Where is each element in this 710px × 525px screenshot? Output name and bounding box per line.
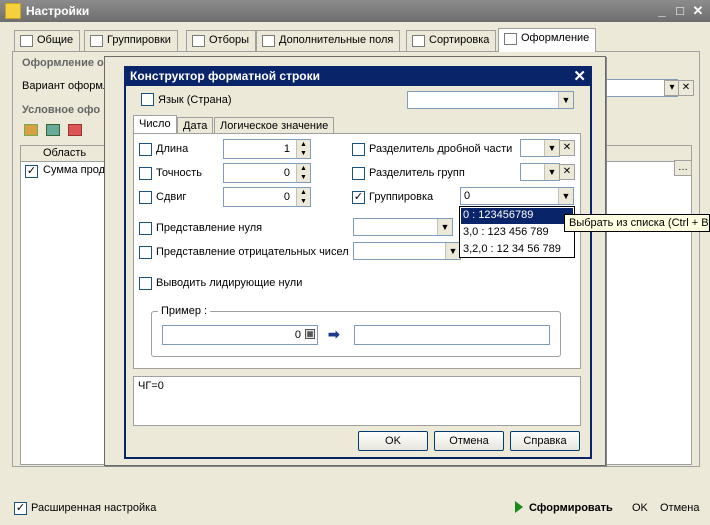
chevron-down-icon[interactable]: ▼: [445, 243, 460, 259]
general-icon: [20, 35, 33, 47]
tab-additional-fields[interactable]: Дополнительные поля: [256, 30, 401, 51]
copy-rule-icon[interactable]: [46, 124, 60, 136]
example-input[interactable]: 0: [162, 325, 318, 345]
arrow-right-icon: ➡: [328, 326, 340, 342]
chevron-down-icon[interactable]: ▼: [558, 92, 573, 108]
chevron-down-icon[interactable]: ▼: [437, 219, 452, 235]
shift-checkbox[interactable]: [139, 191, 152, 204]
fields-icon: [262, 35, 275, 47]
negative-repr-checkbox[interactable]: [139, 246, 152, 259]
tab-sorting[interactable]: Сортировка: [406, 30, 497, 51]
negative-repr-select[interactable]: ▼: [353, 242, 461, 260]
window-titlebar: Настройки _ □ ✕: [0, 0, 710, 22]
delete-rule-icon[interactable]: [68, 124, 82, 136]
maximize-button[interactable]: □: [672, 3, 688, 19]
generate-button[interactable]: Сформировать: [529, 502, 613, 514]
length-spinner[interactable]: 1 ▲ ▼: [223, 139, 311, 159]
language-label: Язык (Страна): [158, 94, 232, 106]
grouping-dropdown-list: 0 : 123456789 3,0 : 123 456 789 3,2,0 : …: [459, 206, 575, 258]
dialog-close-icon[interactable]: ✕: [573, 67, 586, 85]
precision-label: Точность: [156, 167, 202, 179]
group-separator-checkbox[interactable]: [352, 167, 365, 180]
grid-row-more-button[interactable]: …: [674, 160, 692, 176]
spin-arrows-icon[interactable]: ▲ ▼: [296, 188, 310, 206]
bottom-bar: ✓ Расширенная настройка Сформировать OK …: [0, 497, 710, 525]
example-label: Пример :: [158, 305, 211, 317]
grouping-option[interactable]: 0 : 123456789: [461, 208, 573, 224]
decimal-separator-clear-icon[interactable]: ✕: [559, 140, 575, 156]
tooltip: Выбрать из списка (Ctrl + Вн: [564, 214, 710, 232]
app-icon: [5, 3, 21, 19]
tab-appearance[interactable]: Оформление: [498, 28, 597, 52]
zero-repr-select[interactable]: ▼: [353, 218, 453, 236]
variant-clear-icon[interactable]: ✕: [678, 80, 694, 96]
grid-row-checkbox[interactable]: ✓: [25, 165, 38, 178]
leading-zeros-label: Выводить лидирующие нули: [156, 277, 303, 289]
sort-icon: [412, 35, 425, 47]
leading-zeros-checkbox[interactable]: [139, 277, 152, 290]
grid-row-area[interactable]: Сумма прод: [43, 164, 105, 176]
window-title: Настройки: [26, 4, 90, 18]
language-checkbox[interactable]: [141, 93, 154, 106]
grouping-icon: [90, 35, 103, 47]
play-icon: [515, 501, 523, 513]
add-rule-icon[interactable]: [24, 124, 38, 136]
tab-filters[interactable]: Отборы: [186, 30, 257, 51]
zero-repr-checkbox[interactable]: [139, 222, 152, 235]
main-cancel-button[interactable]: Отмена: [660, 502, 699, 514]
negative-repr-label: Представление отрицательных чисел: [156, 246, 349, 258]
group-separator-label: Разделитель групп: [369, 167, 465, 179]
tab-general[interactable]: Общие: [14, 30, 81, 51]
grouping-label: Группировка: [369, 191, 434, 203]
extended-settings-label: Расширенная настройка: [31, 502, 157, 514]
shift-label: Сдвиг: [156, 191, 187, 203]
calculator-icon[interactable]: ▦: [305, 329, 315, 339]
decimal-separator-select[interactable]: ▼: [520, 139, 560, 157]
minimize-button[interactable]: _: [654, 3, 670, 19]
section-header: Оформление о: [22, 57, 104, 69]
group-separator-clear-icon[interactable]: ✕: [559, 164, 575, 180]
grid-header-area: Область: [43, 147, 87, 159]
shift-spinner[interactable]: 0 ▲ ▼: [223, 187, 311, 207]
group-separator-select[interactable]: ▼: [520, 163, 560, 181]
length-label: Длина: [156, 143, 189, 155]
zero-repr-label: Представление нуля: [156, 222, 263, 234]
example-output: [354, 325, 550, 345]
decimal-separator-label: Разделитель дробной части: [369, 143, 513, 155]
precision-checkbox[interactable]: [139, 167, 152, 180]
dialog-ok-button[interactable]: OK: [358, 431, 428, 451]
grouping-option[interactable]: 3,2,0 : 12 34 56 789: [461, 242, 573, 258]
length-checkbox[interactable]: [139, 143, 152, 156]
chevron-down-icon[interactable]: ▼: [544, 164, 559, 180]
close-button[interactable]: ✕: [690, 3, 706, 19]
dialog-cancel-button[interactable]: Отмена: [434, 431, 504, 451]
grouping-select[interactable]: 0 ▼: [460, 187, 574, 205]
main-ok-button[interactable]: OK: [632, 502, 648, 514]
format-string-box[interactable]: ЧГ=0: [133, 376, 581, 426]
language-select[interactable]: ▼: [407, 91, 574, 109]
chevron-down-icon[interactable]: ▼: [558, 188, 573, 204]
extended-settings-checkbox[interactable]: ✓: [14, 502, 27, 515]
dialog-titlebar: Конструктор форматной строки ✕: [124, 66, 592, 86]
dialog-title: Конструктор форматной строки: [130, 69, 321, 83]
precision-spinner[interactable]: 0 ▲ ▼: [223, 163, 311, 183]
brush-icon: [504, 33, 517, 45]
tab-number[interactable]: Число: [133, 115, 177, 135]
chevron-down-icon[interactable]: ▼: [544, 140, 559, 156]
spin-arrows-icon[interactable]: ▲ ▼: [296, 164, 310, 182]
tab-grouping[interactable]: Группировки: [84, 30, 178, 51]
grouping-option[interactable]: 3,0 : 123 456 789: [461, 225, 573, 241]
dialog-help-button[interactable]: Справка: [510, 431, 580, 451]
variant-label: Вариант оформл: [22, 80, 110, 92]
conditional-label: Условное офо: [22, 104, 101, 116]
decimal-separator-checkbox[interactable]: [352, 143, 365, 156]
spin-arrows-icon[interactable]: ▲ ▼: [296, 140, 310, 158]
grouping-checkbox[interactable]: ✓: [352, 191, 365, 204]
filter-icon: [192, 35, 205, 47]
